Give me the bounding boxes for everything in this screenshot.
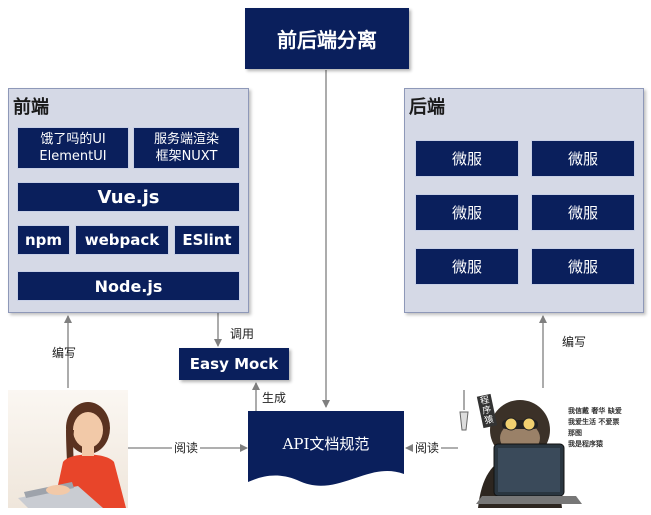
- backend-title: 后端: [409, 97, 445, 118]
- api-doc-label: API文档规范: [282, 435, 370, 453]
- vue-box: Vue.js: [17, 182, 240, 212]
- call-label: 调用: [230, 327, 255, 341]
- webpack-box: webpack: [75, 225, 169, 255]
- write-left-label: 编写: [52, 346, 77, 360]
- eslint-box: ESlint: [174, 225, 240, 255]
- microservice-1: 微服: [415, 140, 519, 177]
- element-ui-line2: ElementUI: [39, 149, 107, 164]
- nuxt-box: 服务端渲染 框架NUXT: [133, 127, 240, 169]
- read-right-label: 阅读: [413, 439, 442, 456]
- npm-box: npm: [17, 225, 70, 255]
- element-ui-box: 饿了吗的UI ElementUI: [17, 127, 129, 169]
- microservice-5: 微服: [415, 248, 519, 285]
- node-box: Node.js: [17, 271, 240, 301]
- diagram-title: 前后端分离: [245, 8, 409, 69]
- woman-with-laptop-icon: [18, 402, 126, 508]
- monkey-caption-line2: 我爱生活 不爱票那图: [568, 418, 620, 437]
- nuxt-line2: 框架NUXT: [155, 149, 218, 164]
- microservice-4: 微服: [531, 194, 635, 231]
- generate-label: 生成: [262, 391, 287, 405]
- developer-photo: [8, 390, 128, 508]
- microservice-3: 微服: [415, 194, 519, 231]
- easy-mock-box: Easy Mock: [179, 348, 289, 380]
- monkey-caption-line3: 我是程序猿: [568, 440, 603, 448]
- write-right-label: 编写: [562, 335, 587, 349]
- read-left-label: 阅读: [172, 439, 201, 456]
- frontend-title: 前端: [13, 97, 49, 118]
- nuxt-line1: 服务端渲染: [153, 132, 219, 147]
- monkey-photo: 程序猿 我信戴 奢华 缺爱 我爱生活 不爱票那图 我是程序猿: [458, 390, 626, 508]
- microservice-2: 微服: [531, 140, 635, 177]
- element-ui-line1: 饿了吗的UI: [40, 132, 106, 147]
- monkey-caption: 我信戴 奢华 缺爱 我爱生活 不爱票那图 我是程序猿: [568, 406, 626, 450]
- microservice-6: 微服: [531, 248, 635, 285]
- monkey-caption-line1: 我信戴 奢华 缺爱: [568, 407, 622, 415]
